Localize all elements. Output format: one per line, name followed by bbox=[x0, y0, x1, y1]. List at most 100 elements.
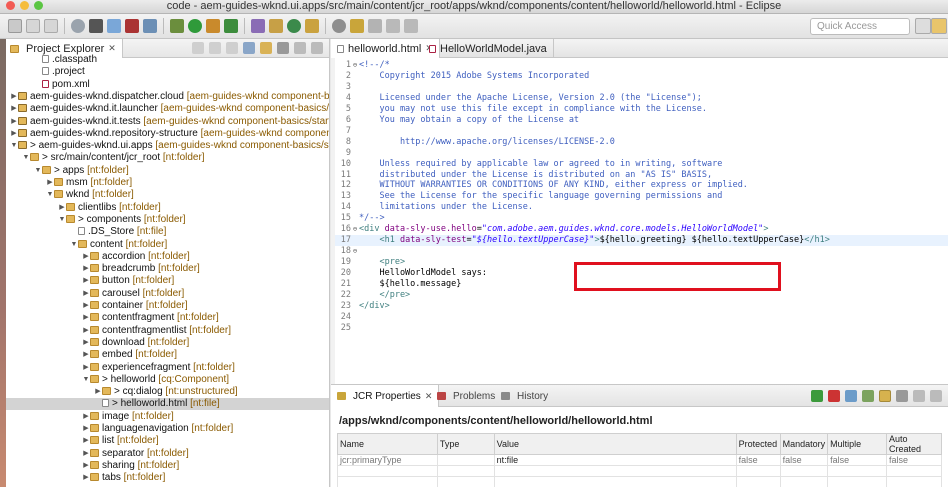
tree-item[interactable]: ▼ > components [nt:folder] bbox=[6, 214, 329, 226]
expand-right-icon[interactable]: ▶ bbox=[82, 423, 90, 435]
tree-item[interactable]: ▶ aem-guides-wknd.it.launcher [aem-guides… bbox=[6, 103, 329, 115]
tree-item[interactable]: ▶ accordion [nt:folder] bbox=[6, 251, 329, 263]
tree-item[interactable]: ▶ download [nt:folder] bbox=[6, 337, 329, 349]
back-icon[interactable] bbox=[386, 19, 400, 33]
expand-right-icon[interactable]: ▶ bbox=[46, 177, 54, 189]
external-tools-icon[interactable] bbox=[206, 19, 220, 33]
expand-right-icon[interactable]: ▶ bbox=[82, 362, 90, 374]
expand-down-icon[interactable]: ▼ bbox=[10, 140, 18, 152]
expand-right-icon[interactable]: ▶ bbox=[82, 300, 90, 312]
expand-right-icon[interactable]: ▶ bbox=[82, 472, 90, 484]
tree-item[interactable]: .classpath bbox=[6, 54, 329, 66]
tree-item[interactable]: ▶ aem-guides-wknd.it.tests [aem-guides-wk… bbox=[6, 116, 329, 128]
minimize-view-icon[interactable] bbox=[913, 390, 925, 402]
new-icon[interactable] bbox=[8, 19, 22, 33]
expand-right-icon[interactable]: ▶ bbox=[82, 275, 90, 287]
next-annotation-icon[interactable] bbox=[368, 19, 382, 33]
expand-right-icon[interactable]: ▶ bbox=[82, 288, 90, 300]
tree-item[interactable]: ▼ > helloworld [cq:Component] bbox=[6, 374, 329, 386]
tree-item[interactable]: .project bbox=[6, 66, 329, 78]
expand-right-icon[interactable]: ▶ bbox=[82, 435, 90, 447]
expand-down-icon[interactable]: ▼ bbox=[34, 165, 42, 177]
tree-item[interactable]: ▶ contentfragmentlist [nt:folder] bbox=[6, 325, 329, 337]
tree-item[interactable]: ▶ experiencefragment [nt:folder] bbox=[6, 362, 329, 374]
expand-right-icon[interactable]: ▶ bbox=[82, 251, 90, 263]
tree-item[interactable]: ▶ contentfragment [nt:folder] bbox=[6, 312, 329, 324]
tree-item[interactable]: ▶ button [nt:folder] bbox=[6, 275, 329, 287]
column-header[interactable]: Auto Created bbox=[886, 433, 942, 455]
up-nav-icon[interactable] bbox=[226, 42, 238, 54]
tree-item[interactable]: ▶ separator [nt:folder] bbox=[6, 448, 329, 460]
code-editor[interactable]: 1 ⊖ <!--/* 2 Copyright 2015 Adobe Systems I… bbox=[335, 60, 948, 384]
tree-item[interactable]: ▼ content [nt:folder] bbox=[6, 239, 329, 251]
fold-icon[interactable]: ⊖ bbox=[351, 224, 359, 235]
delete-property-icon[interactable] bbox=[828, 390, 840, 402]
search-icon[interactable] bbox=[332, 19, 346, 33]
view-menu-chevron-down-icon[interactable] bbox=[277, 42, 289, 54]
tree-item[interactable]: ▶ carousel [nt:folder] bbox=[6, 288, 329, 300]
tree-item[interactable]: ▶ embed [nt:folder] bbox=[6, 349, 329, 361]
expand-right-icon[interactable]: ▶ bbox=[10, 128, 18, 140]
server-icon[interactable] bbox=[143, 19, 157, 33]
expand-right-icon[interactable]: ▶ bbox=[10, 103, 18, 115]
expand-right-icon[interactable]: ▶ bbox=[82, 325, 90, 337]
tree-item[interactable]: ▶ breadcrumb [nt:folder] bbox=[6, 263, 329, 275]
forward-nav-icon[interactable] bbox=[209, 42, 221, 54]
tree-item[interactable]: .DS_Store [nt:file] bbox=[6, 226, 329, 238]
save-icon[interactable] bbox=[26, 19, 40, 33]
tree-item[interactable]: ▼ wknd [nt:folder] bbox=[6, 189, 329, 201]
expand-down-icon[interactable]: ▼ bbox=[70, 239, 78, 251]
view-menu-chevron-down-icon[interactable] bbox=[896, 390, 908, 402]
maximize-view-icon[interactable] bbox=[311, 42, 323, 54]
tab-problems[interactable]: Problems bbox=[431, 385, 501, 407]
stop-server-icon[interactable] bbox=[125, 19, 139, 33]
tree-item[interactable]: ▶ container [nt:folder] bbox=[6, 300, 329, 312]
console-icon[interactable] bbox=[89, 19, 103, 33]
close-icon[interactable]: ✕ bbox=[108, 43, 116, 54]
expand-down-icon[interactable]: ▼ bbox=[82, 374, 90, 386]
edit-icon[interactable] bbox=[862, 390, 874, 402]
collapse-all-icon[interactable] bbox=[243, 42, 255, 54]
fold-icon[interactable]: ⊖ bbox=[351, 60, 359, 71]
tree-item[interactable]: ▶ > cq:dialog [nt:unstructured] bbox=[6, 386, 329, 398]
expand-down-icon[interactable]: ▼ bbox=[58, 214, 66, 226]
tree-item[interactable]: ▶ msm [nt:folder] bbox=[6, 177, 329, 189]
expand-right-icon[interactable]: ▶ bbox=[94, 386, 102, 398]
column-header[interactable]: Protected bbox=[735, 433, 781, 455]
link-with-editor-icon[interactable] bbox=[260, 42, 272, 54]
tree-item[interactable]: ▶ languagenavigation [nt:folder] bbox=[6, 423, 329, 435]
save-all-icon[interactable] bbox=[44, 19, 58, 33]
debug-icon[interactable] bbox=[170, 19, 184, 33]
java-perspective-icon[interactable] bbox=[931, 18, 947, 34]
expand-right-icon[interactable]: ▶ bbox=[82, 349, 90, 361]
expand-right-icon[interactable]: ▶ bbox=[82, 448, 90, 460]
tree-item[interactable]: ▶ aem-guides-wknd.dispatcher.cloud [aem-g… bbox=[6, 91, 329, 103]
expand-right-icon[interactable]: ▶ bbox=[10, 91, 18, 103]
expand-down-icon[interactable]: ▼ bbox=[46, 189, 54, 201]
expand-right-icon[interactable]: ▶ bbox=[10, 116, 18, 128]
coverage-icon[interactable] bbox=[224, 19, 238, 33]
tree-item[interactable]: ▼ > src/main/content/jcr_root [nt:folder] bbox=[6, 152, 329, 164]
column-header[interactable]: Multiple bbox=[827, 433, 888, 455]
open-perspective-icon[interactable] bbox=[915, 18, 931, 34]
tab-history[interactable]: History bbox=[495, 385, 554, 407]
refresh-icon[interactable] bbox=[845, 390, 857, 402]
expand-right-icon[interactable]: ▶ bbox=[58, 202, 66, 214]
expand-right-icon[interactable]: ▶ bbox=[82, 460, 90, 472]
tree-item[interactable]: ▶ tabs [nt:folder] bbox=[6, 472, 329, 484]
forward-icon[interactable] bbox=[404, 19, 418, 33]
publish-icon[interactable] bbox=[107, 19, 121, 33]
tree-item[interactable]: > helloworld.html [nt:file] bbox=[6, 398, 329, 411]
annotation-icon[interactable] bbox=[350, 19, 364, 33]
tree-item[interactable]: ▶ aem-guides-wknd.repository-structure [a… bbox=[6, 128, 329, 140]
tree-item[interactable]: pom.xml bbox=[6, 79, 329, 91]
tree-item[interactable]: ▶ clientlibs [nt:folder] bbox=[6, 202, 329, 214]
run-icon[interactable] bbox=[188, 19, 202, 33]
tree-item[interactable]: ▼ > apps [nt:folder] bbox=[6, 165, 329, 177]
tab-jcr-properties[interactable]: JCR Properties ✕ bbox=[331, 385, 440, 407]
column-header[interactable]: Type bbox=[436, 433, 495, 455]
fold-icon[interactable]: ⊖ bbox=[351, 246, 359, 257]
quick-access-input[interactable]: Quick Access bbox=[810, 18, 910, 35]
expand-right-icon[interactable]: ▶ bbox=[82, 312, 90, 324]
expand-right-icon[interactable]: ▶ bbox=[82, 263, 90, 275]
